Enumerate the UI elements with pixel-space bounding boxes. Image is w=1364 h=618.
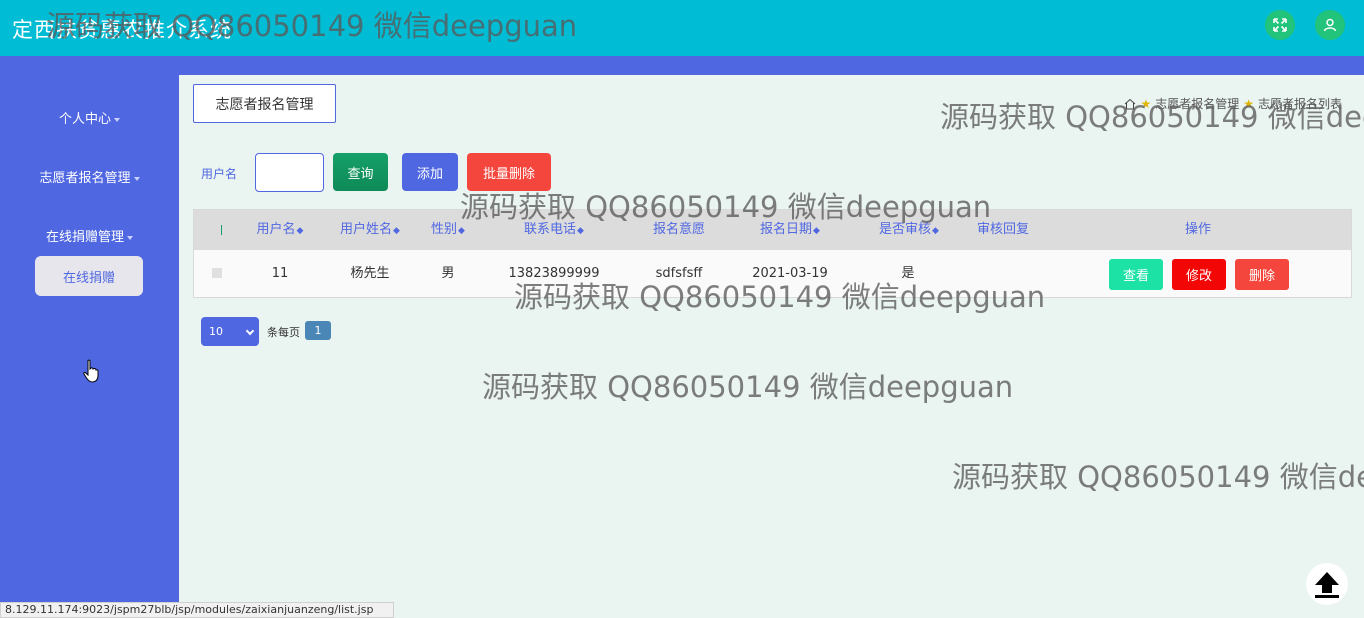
sidebar-item-volunteer[interactable]: 志愿者报名管理 xyxy=(0,167,179,186)
caret-down-icon xyxy=(133,176,140,181)
column-header-intention: 报名意愿 xyxy=(652,222,705,237)
batch-delete-button[interactable]: 批量删除 xyxy=(467,153,551,191)
column-header-date[interactable]: 报名日期◆ xyxy=(754,210,826,250)
header-band xyxy=(0,56,1364,75)
submenu-online-donation[interactable]: 在线捐赠 xyxy=(35,256,143,296)
row-checkbox[interactable] xyxy=(212,268,222,278)
username-search-input[interactable] xyxy=(255,153,324,192)
header-label: 性别 xyxy=(431,222,458,237)
page-number-button[interactable]: 1 xyxy=(305,321,331,340)
username-label: 用户名 xyxy=(201,167,238,181)
status-bar-url: 8.129.11.174:9023/jspm27blb/jsp/modules/… xyxy=(0,602,394,618)
table-row: 11 杨先生 男 13823899999 sdfsfsff 2021-03-19… xyxy=(194,250,1351,297)
cell-gender: 男 xyxy=(441,266,455,281)
section-title-button[interactable]: 志愿者报名管理 xyxy=(193,84,336,123)
chevron-down-icon xyxy=(245,326,255,336)
arrow-up-icon xyxy=(1315,572,1339,598)
column-header-gender[interactable]: 性别◆ xyxy=(428,210,468,250)
sidebar-item-personal-center[interactable]: 个人中心 xyxy=(0,108,179,127)
sort-icon: ◆ xyxy=(577,226,584,236)
cell-intention: sdfsfsff xyxy=(655,266,703,281)
header-label: 联系电话 xyxy=(524,222,577,237)
breadcrumb: ★ 志愿者报名管理 ★ 志愿者报名列表 xyxy=(1124,95,1342,112)
cell-reply xyxy=(970,250,1036,297)
column-header-reviewed[interactable]: 是否审核◆ xyxy=(874,210,944,250)
sidebar-item-label: 在线捐赠管理 xyxy=(45,230,124,245)
header-label: 用户名 xyxy=(256,222,296,237)
sort-icon: ◆ xyxy=(458,226,465,236)
sidebar-item-donation[interactable]: 在线捐赠管理 xyxy=(0,226,179,245)
main-content: 志愿者报名管理 ★ 志愿者报名管理 ★ 志愿者报名列表 用户名 查询 添加 批量… xyxy=(179,75,1364,618)
select-all-checkbox[interactable] xyxy=(221,225,222,235)
sidebar-item-label: 个人中心 xyxy=(58,112,111,127)
cell-name: 杨先生 xyxy=(350,266,390,281)
user-icon xyxy=(1323,18,1337,32)
per-page-label: 条每页 xyxy=(267,326,300,339)
query-button[interactable]: 查询 xyxy=(333,153,388,191)
sort-icon: ◆ xyxy=(932,226,939,236)
breadcrumb-item: 志愿者报名列表 xyxy=(1257,97,1342,111)
home-icon xyxy=(1125,98,1136,109)
delete-button[interactable]: 删除 xyxy=(1235,259,1289,290)
star-icon: ★ xyxy=(1243,96,1254,111)
cell-reviewed: 是 xyxy=(901,266,915,281)
header-label: 用户姓名 xyxy=(340,222,393,237)
column-header-name[interactable]: 用户姓名◆ xyxy=(336,210,404,250)
cell-phone: 13823899999 xyxy=(508,266,600,281)
cell-username: 11 xyxy=(271,266,289,281)
sidebar-item-label: 志愿者报名管理 xyxy=(39,171,131,186)
column-header-reply: 审核回复 xyxy=(976,222,1029,237)
view-button[interactable]: 查看 xyxy=(1109,259,1163,290)
sort-icon: ◆ xyxy=(393,226,400,236)
header-label: 报名日期 xyxy=(760,222,813,237)
page-size-select[interactable]: 10 xyxy=(201,317,259,346)
expand-arrows-icon xyxy=(1273,18,1287,32)
user-button[interactable] xyxy=(1315,10,1345,40)
breadcrumb-item[interactable]: 志愿者报名管理 xyxy=(1155,95,1239,112)
sort-icon: ◆ xyxy=(813,226,820,236)
column-header-phone[interactable]: 联系电话◆ xyxy=(518,210,590,250)
fullscreen-button[interactable] xyxy=(1265,10,1295,40)
sort-icon: ◆ xyxy=(296,226,304,236)
data-table: 用户名◆ 用户姓名◆ 性别◆ 联系电话◆ 报名意愿 报名日期◆ 是否审核◆ 审核… xyxy=(193,209,1352,298)
add-button[interactable]: 添加 xyxy=(402,153,458,191)
column-header-actions: 操作 xyxy=(1184,222,1211,237)
header-label: 是否审核 xyxy=(879,222,932,237)
pointer-cursor-icon xyxy=(83,359,99,383)
star-icon: ★ xyxy=(1140,96,1152,111)
edit-button[interactable]: 修改 xyxy=(1172,259,1226,290)
caret-down-icon xyxy=(114,117,120,122)
top-header: 定西扶贫惠农推介系统 xyxy=(0,0,1364,56)
back-to-top-button[interactable] xyxy=(1306,563,1348,605)
column-header-username[interactable]: 用户名◆ xyxy=(254,210,306,250)
app-title: 定西扶贫惠农推介系统 xyxy=(12,18,232,42)
sidebar: 个人中心 志愿者报名管理 在线捐赠管理 在线捐赠 xyxy=(0,75,179,618)
cell-date: 2021-03-19 xyxy=(752,266,828,281)
table-header: 用户名◆ 用户姓名◆ 性别◆ 联系电话◆ 报名意愿 报名日期◆ 是否审核◆ 审核… xyxy=(194,210,1351,250)
page-size-value: 10 xyxy=(209,325,223,338)
caret-down-icon xyxy=(127,235,133,240)
